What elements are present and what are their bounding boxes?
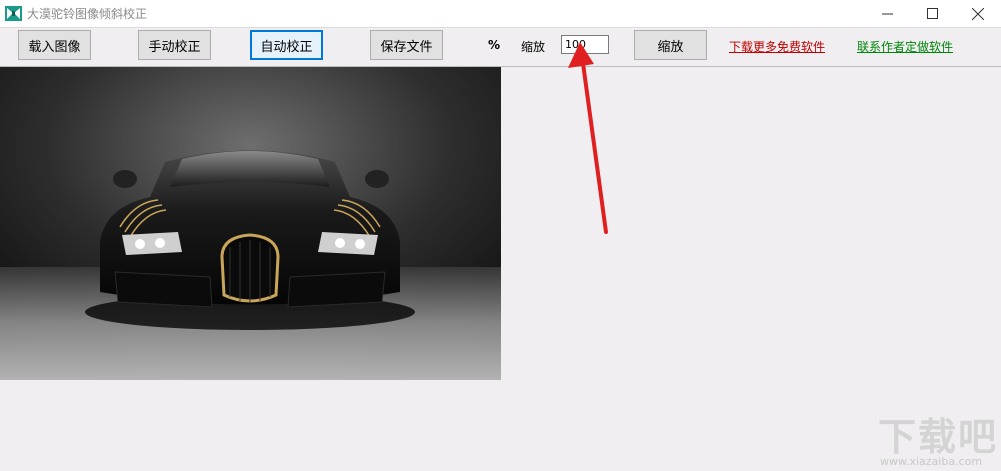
zoom-label: 缩放 [521, 40, 546, 54]
download-more-link[interactable]: 下载更多免费软件 [729, 38, 825, 55]
minimize-button[interactable] [864, 0, 910, 27]
image-canvas [0, 67, 1001, 471]
zoom-button[interactable]: 缩放 [634, 30, 707, 60]
save-file-button[interactable]: 保存文件 [370, 30, 443, 60]
toolbar: 载入图像 手动校正 自动校正 保存文件 % 缩放 100 缩放 下载更多免费软件… [0, 28, 1001, 67]
watermark-url: www.xiazaiba.com [880, 455, 983, 468]
minimize-icon [881, 13, 893, 15]
watermark: 下载吧 www.xiazaiba.com [870, 404, 1000, 471]
auto-correct-button[interactable]: 自动校正 [250, 30, 323, 60]
manual-correct-button[interactable]: 手动校正 [138, 30, 211, 60]
app-icon [5, 6, 22, 21]
maximize-button[interactable] [909, 0, 955, 27]
watermark-logo-text: 下载吧 [878, 415, 999, 459]
load-image-button[interactable]: 载入图像 [18, 30, 91, 60]
annotation-arrow [568, 42, 608, 234]
contact-author-link[interactable]: 联系作者定做软件 [857, 38, 953, 55]
maximize-icon [926, 8, 938, 19]
close-icon [972, 7, 984, 20]
window-title: 大漠驼铃图像倾斜校正 [27, 7, 148, 21]
title-bar: 大漠驼铃图像倾斜校正 [0, 0, 1001, 28]
close-button[interactable] [955, 0, 1001, 27]
percent-label: % [488, 38, 501, 52]
car-photo [0, 67, 501, 380]
